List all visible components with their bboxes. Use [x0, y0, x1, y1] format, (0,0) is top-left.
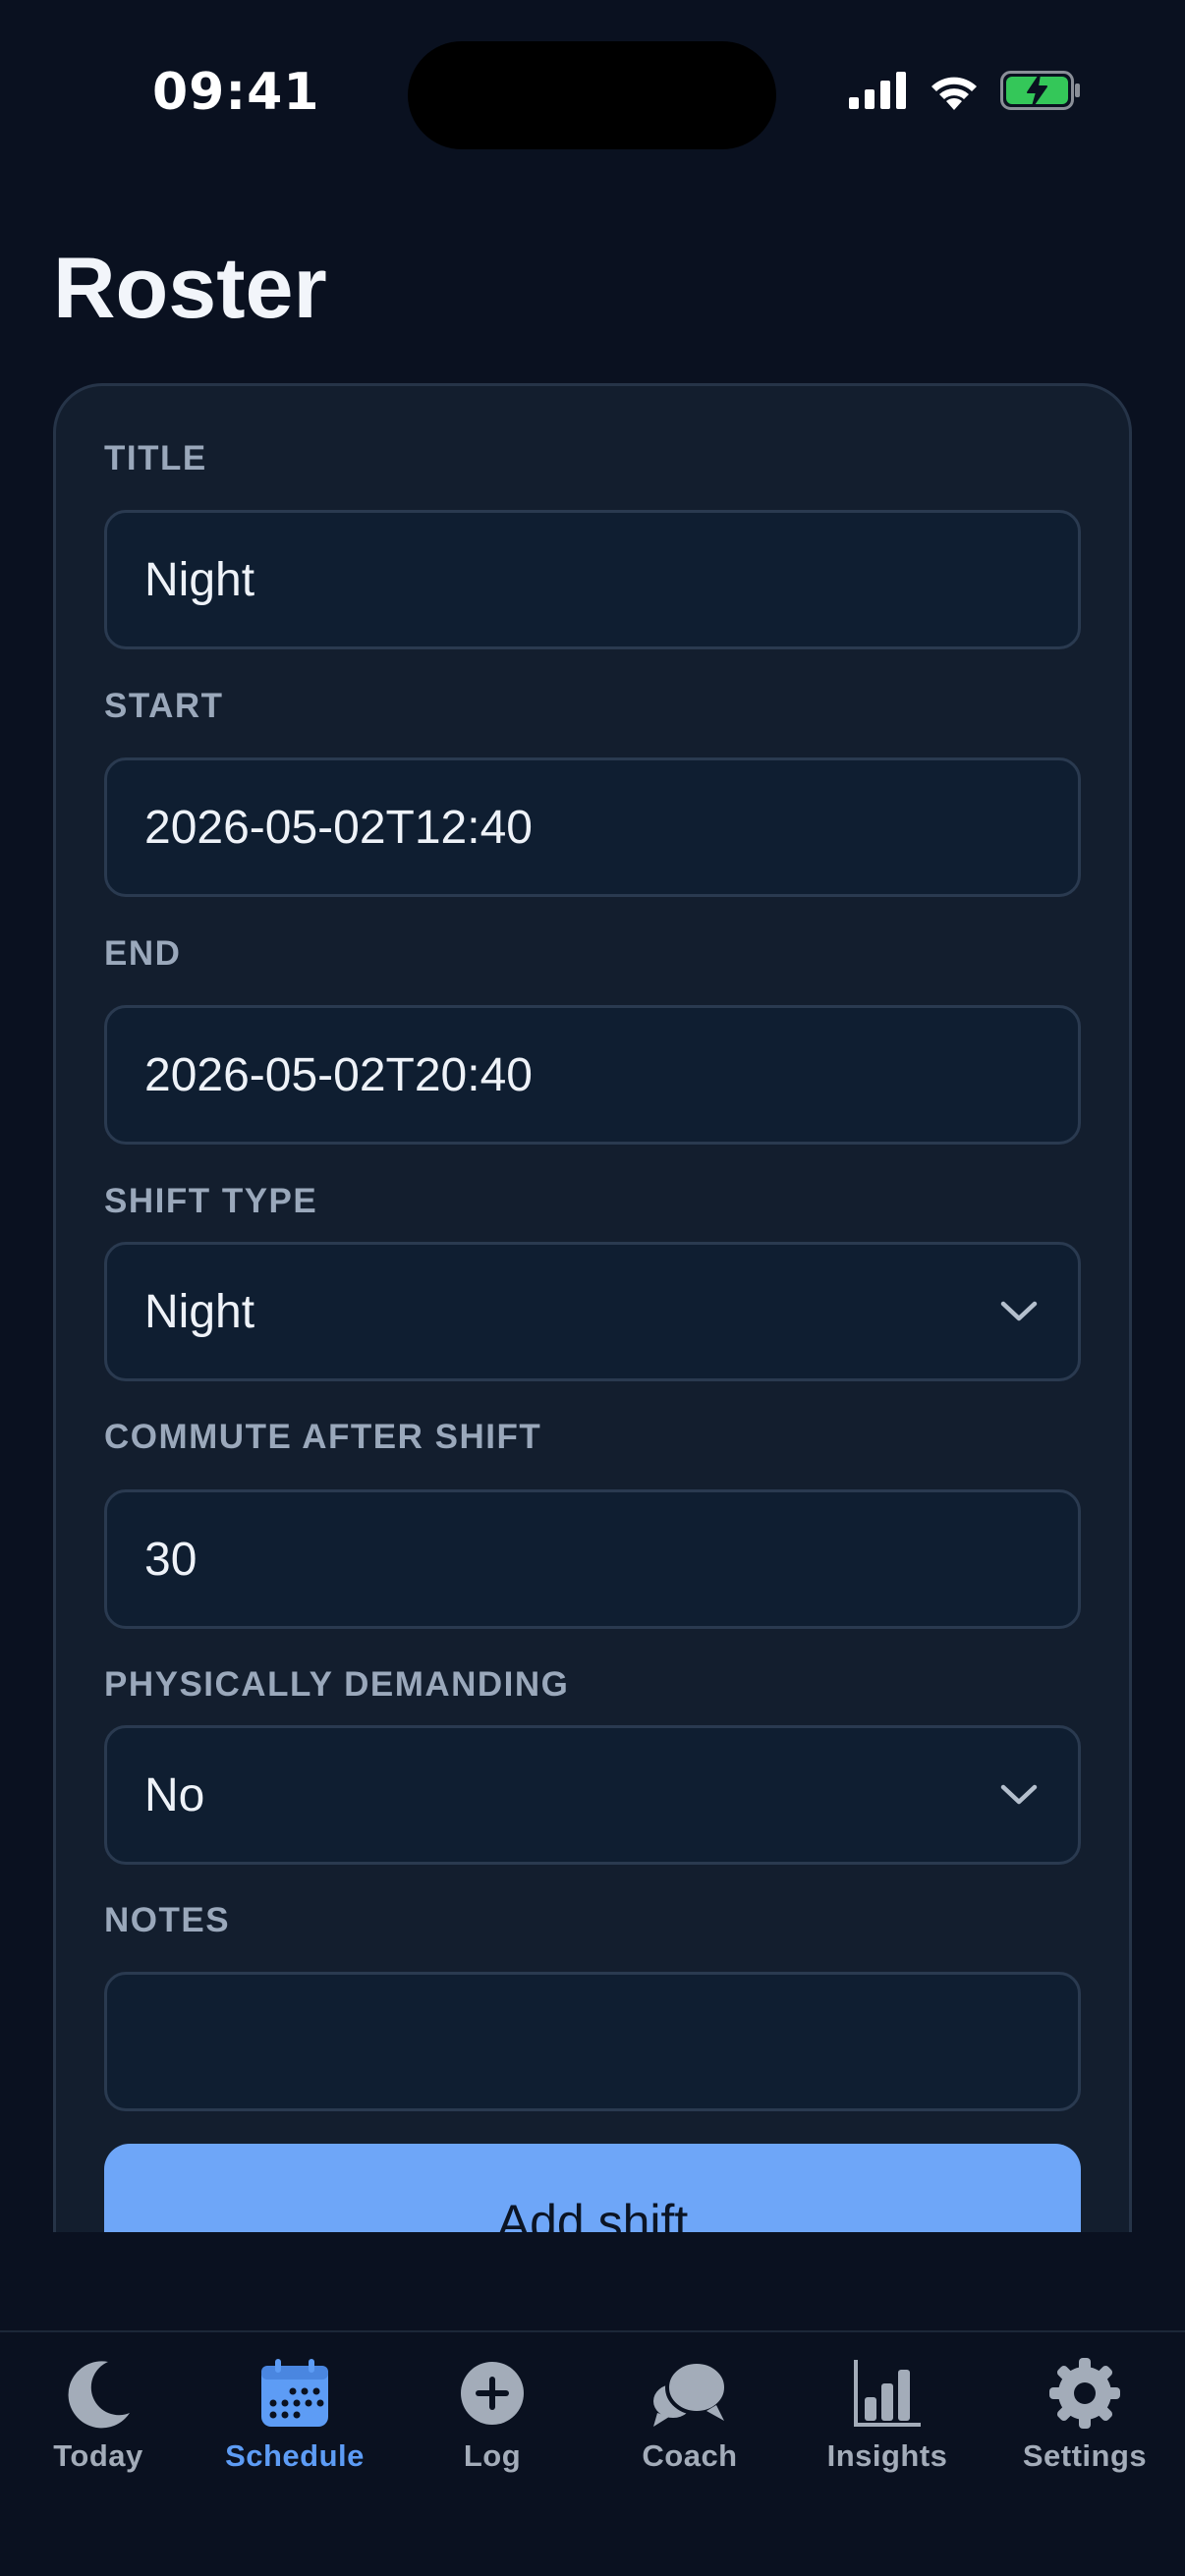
title-input[interactable] [144, 552, 1041, 607]
start-label: START [104, 687, 224, 725]
moon-icon [59, 2354, 138, 2433]
notes-input[interactable] [144, 2014, 1041, 2069]
tab-settings[interactable]: Settings [987, 2354, 1183, 2474]
commute-input[interactable] [144, 1532, 1041, 1587]
tab-today[interactable]: Today [0, 2354, 197, 2474]
notes-label: NOTES [104, 1901, 231, 1939]
start-field[interactable] [104, 757, 1081, 897]
physically-demanding-label: PHYSICALLY DEMANDING [104, 1665, 570, 1704]
start-datetime-input[interactable] [144, 800, 1041, 855]
chat-bubbles-icon [650, 2354, 729, 2433]
tab-coach[interactable]: Coach [592, 2354, 788, 2474]
plus-circle-icon [453, 2354, 532, 2433]
tab-label: Schedule [225, 2438, 365, 2473]
end-label: END [104, 934, 182, 973]
shift-type-select[interactable]: Night [104, 1242, 1081, 1381]
commute-field[interactable] [104, 1489, 1081, 1629]
gear-icon [1045, 2354, 1124, 2433]
tab-label: Coach [642, 2438, 738, 2473]
tab-insights[interactable]: Insights [789, 2354, 986, 2474]
notes-field[interactable] [104, 1972, 1081, 2111]
tab-label: Log [463, 2438, 522, 2473]
tab-bar: Today Schedule Log Coach Insights Settin… [0, 2330, 1185, 2576]
commute-label: COMMUTE AFTER SHIFT [104, 1418, 542, 1456]
title-label: TITLE [104, 439, 207, 477]
physically-demanding-value: No [144, 1768, 205, 1821]
tab-label: Today [53, 2438, 143, 2473]
tab-label: Insights [826, 2438, 948, 2473]
calendar-icon [255, 2354, 334, 2433]
end-field[interactable] [104, 1005, 1081, 1145]
chevron-down-icon [997, 1773, 1041, 1817]
shift-type-label: SHIFT TYPE [104, 1182, 318, 1220]
form-scroll-region[interactable]: TITLE START END SHIFT TYPE Night COMMUTE… [0, 0, 1185, 2232]
tab-schedule[interactable]: Schedule [197, 2354, 393, 2474]
bar-chart-icon [848, 2354, 927, 2433]
title-field[interactable] [104, 510, 1081, 649]
physically-demanding-select[interactable]: No [104, 1725, 1081, 1865]
add-shift-button[interactable]: Add shift [104, 2144, 1081, 2232]
chevron-down-icon [997, 1290, 1041, 1333]
shift-type-value: Night [144, 1285, 255, 1338]
end-datetime-input[interactable] [144, 1047, 1041, 1102]
screen: 09:41 Roster TITLE Night START 2026-05-0… [0, 0, 1185, 2576]
tab-label: Settings [1022, 2438, 1148, 2473]
tab-log[interactable]: Log [394, 2354, 591, 2474]
